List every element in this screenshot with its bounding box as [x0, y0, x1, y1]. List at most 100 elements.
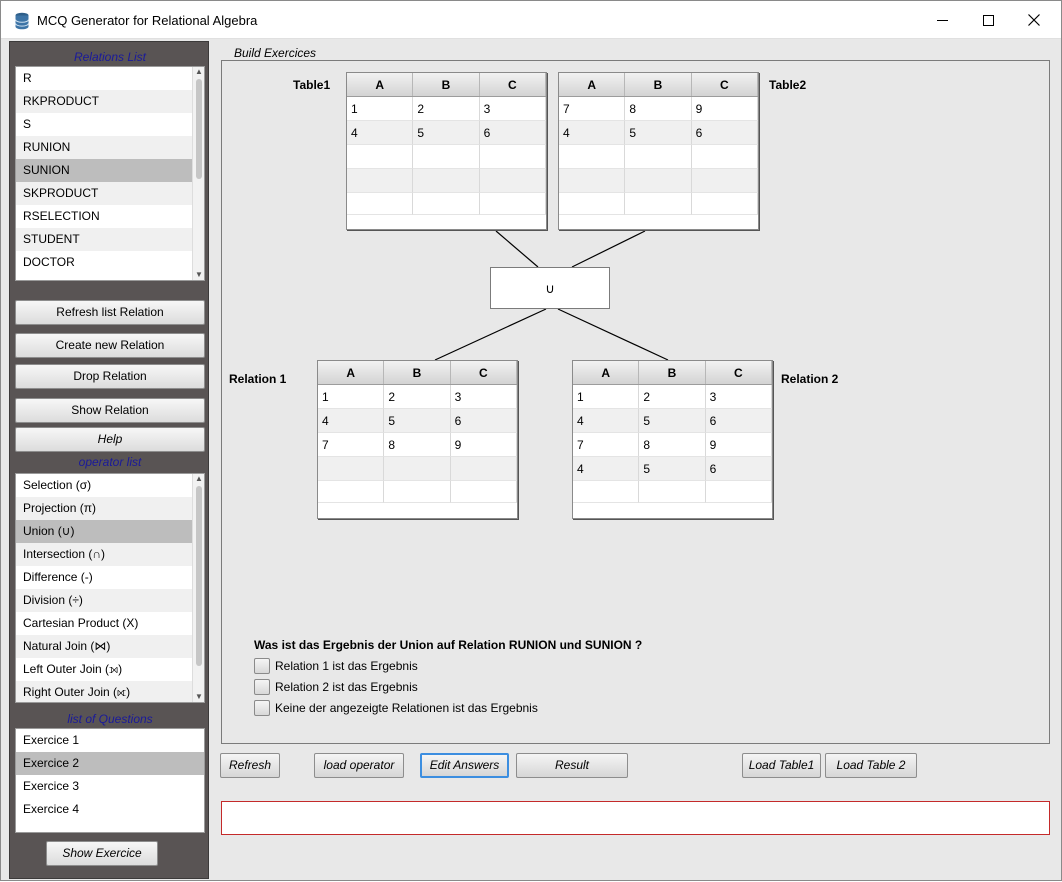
- cell[interactable]: [450, 457, 517, 481]
- table-row[interactable]: [318, 481, 517, 503]
- column-header[interactable]: A: [318, 361, 385, 384]
- answer-checkbox[interactable]: [254, 657, 270, 674]
- load-table1-button[interactable]: Load Table1: [742, 753, 821, 778]
- column-header[interactable]: B: [639, 361, 706, 384]
- cell[interactable]: 4: [573, 457, 640, 481]
- create-relation-button[interactable]: Create new Relation: [15, 333, 205, 358]
- cell[interactable]: 2: [413, 97, 480, 121]
- cell[interactable]: [318, 457, 385, 481]
- operator-item[interactable]: Right Outer Join (⟖): [16, 681, 204, 702]
- cell[interactable]: [691, 169, 758, 193]
- table-row[interactable]: [347, 169, 546, 193]
- cell[interactable]: 6: [705, 409, 772, 433]
- cell[interactable]: 9: [691, 97, 758, 121]
- cell[interactable]: 7: [573, 433, 640, 457]
- cell[interactable]: 5: [639, 409, 706, 433]
- cell[interactable]: 4: [318, 409, 385, 433]
- column-header[interactable]: A: [347, 73, 414, 96]
- cell[interactable]: [559, 169, 626, 193]
- cell[interactable]: [625, 169, 692, 193]
- operator-item-selected[interactable]: Union (∪): [16, 520, 204, 543]
- cell[interactable]: 1: [347, 97, 414, 121]
- cell[interactable]: [413, 145, 480, 169]
- answer-option-2[interactable]: Relation 2 ist das Ergebnis: [254, 678, 418, 695]
- cell[interactable]: 2: [639, 385, 706, 409]
- column-header[interactable]: C: [451, 361, 517, 384]
- operator-scrollbar[interactable]: ▲ ▼: [192, 474, 204, 702]
- operator-item[interactable]: Natural Join (⋈): [16, 635, 204, 658]
- cell[interactable]: 4: [573, 409, 640, 433]
- answer-checkbox[interactable]: [254, 678, 270, 695]
- cell[interactable]: [413, 169, 480, 193]
- cell[interactable]: 6: [705, 457, 772, 481]
- table-row[interactable]: 789: [559, 97, 758, 121]
- minimize-button[interactable]: [919, 1, 965, 39]
- operator-item[interactable]: Division (÷): [16, 589, 204, 612]
- cell[interactable]: [347, 169, 414, 193]
- table-row[interactable]: [573, 481, 772, 503]
- relation-item[interactable]: SKPRODUCT: [16, 182, 204, 205]
- relation-item[interactable]: RUNION: [16, 136, 204, 159]
- cell[interactable]: 7: [559, 97, 626, 121]
- scroll-up-icon[interactable]: ▲: [193, 67, 204, 77]
- cell[interactable]: 8: [384, 433, 451, 457]
- table2-grid[interactable]: ABC 789 456: [558, 72, 759, 230]
- table-row[interactable]: [347, 193, 546, 215]
- relation-item-selected[interactable]: SUNION: [16, 159, 204, 182]
- relation-item[interactable]: RKPRODUCT: [16, 90, 204, 113]
- cell[interactable]: [573, 481, 640, 503]
- relation-item[interactable]: RSELECTION: [16, 205, 204, 228]
- relation2-grid[interactable]: ABC 123 456 789 456: [572, 360, 773, 519]
- relation-item[interactable]: STUDENT: [16, 228, 204, 251]
- question-item[interactable]: Exercice 3: [16, 775, 204, 798]
- cell[interactable]: [384, 481, 451, 503]
- column-header[interactable]: C: [692, 73, 758, 96]
- refresh-button[interactable]: Refresh: [220, 753, 280, 778]
- scrollbar-thumb[interactable]: [196, 486, 202, 666]
- table-row[interactable]: 456: [559, 121, 758, 145]
- cell[interactable]: [347, 145, 414, 169]
- operator-item[interactable]: Difference (-): [16, 566, 204, 589]
- table-row[interactable]: 789: [573, 433, 772, 457]
- operator-item[interactable]: Left Outer Join (⟕): [16, 658, 204, 681]
- cell[interactable]: 4: [347, 121, 414, 145]
- result-button[interactable]: Result: [516, 753, 628, 778]
- cell[interactable]: 5: [413, 121, 480, 145]
- cell[interactable]: 3: [450, 385, 517, 409]
- cell[interactable]: 4: [559, 121, 626, 145]
- column-header[interactable]: B: [413, 73, 480, 96]
- cell[interactable]: [691, 145, 758, 169]
- relation-item[interactable]: R: [16, 67, 204, 90]
- cell[interactable]: [450, 481, 517, 503]
- cell[interactable]: [625, 145, 692, 169]
- cell[interactable]: [691, 193, 758, 215]
- cell[interactable]: 3: [479, 97, 546, 121]
- maximize-button[interactable]: [965, 1, 1011, 39]
- load-table2-button[interactable]: Load Table 2: [825, 753, 917, 778]
- cell[interactable]: [384, 457, 451, 481]
- column-header[interactable]: C: [480, 73, 546, 96]
- cell[interactable]: [705, 481, 772, 503]
- cell[interactable]: 5: [639, 457, 706, 481]
- cell[interactable]: 1: [573, 385, 640, 409]
- cell[interactable]: [347, 193, 414, 215]
- relations-list[interactable]: R RKPRODUCT S RUNION SUNION SKPRODUCT RS…: [15, 66, 205, 281]
- answer-option-3[interactable]: Keine der angezeigte Relationen ist das …: [254, 699, 538, 716]
- questions-list[interactable]: Exercice 1 Exercice 2 Exercice 3 Exercic…: [15, 728, 205, 833]
- help-button[interactable]: Help: [15, 427, 205, 452]
- table-row[interactable]: 123: [347, 97, 546, 121]
- cell[interactable]: 5: [625, 121, 692, 145]
- cell[interactable]: 7: [318, 433, 385, 457]
- relations-scrollbar[interactable]: ▲ ▼: [192, 67, 204, 280]
- operator-item[interactable]: Intersection (∩): [16, 543, 204, 566]
- cell[interactable]: [479, 145, 546, 169]
- column-header[interactable]: A: [559, 73, 626, 96]
- cell[interactable]: 5: [384, 409, 451, 433]
- relation1-grid[interactable]: ABC 123 456 789: [317, 360, 518, 519]
- cell[interactable]: 8: [639, 433, 706, 457]
- cell[interactable]: 9: [450, 433, 517, 457]
- drop-relation-button[interactable]: Drop Relation: [15, 364, 205, 389]
- column-header[interactable]: B: [625, 73, 692, 96]
- relation-item[interactable]: S: [16, 113, 204, 136]
- question-item[interactable]: Exercice 1: [16, 729, 204, 752]
